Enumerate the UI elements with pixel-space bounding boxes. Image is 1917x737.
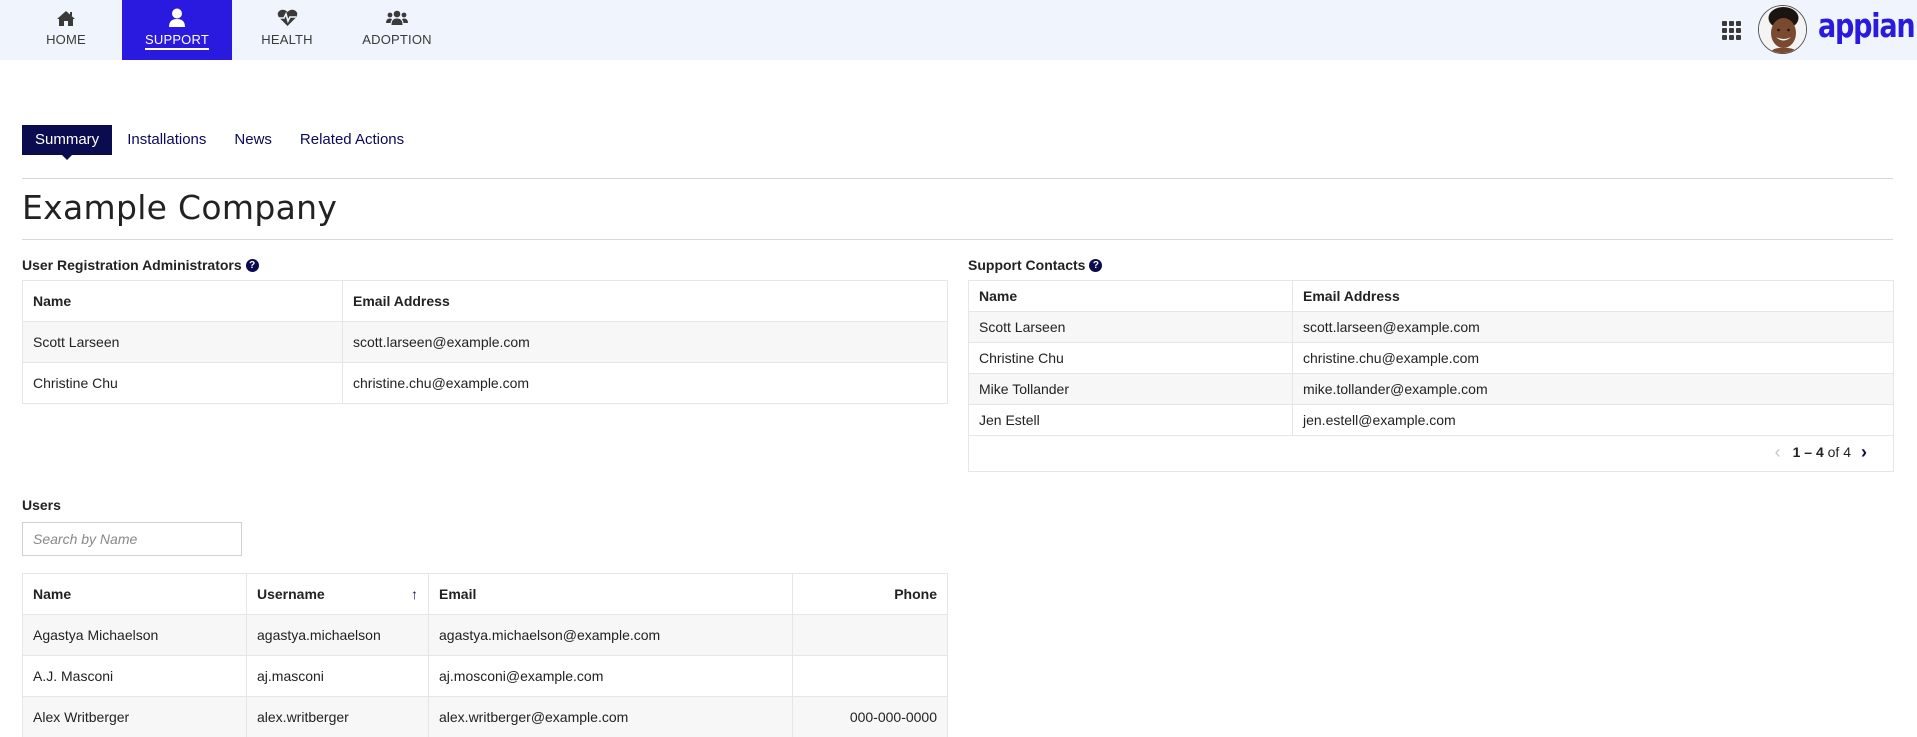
cell-email: jen.estell@example.com [1292, 404, 1894, 436]
tab-related-actions[interactable]: Related Actions [287, 125, 417, 155]
column-header-email: Email Address [342, 280, 948, 322]
column-header-email[interactable]: Email [428, 573, 793, 615]
support-contacts-table: Name Email Address Scott Larseen scott.l… [968, 280, 1894, 436]
tab-news[interactable]: News [221, 125, 285, 155]
admins-label-text: User Registration Administrators [22, 257, 242, 273]
cell-name: A.J. Masconi [22, 655, 247, 697]
table-row: Jen Estell jen.estell@example.com [968, 404, 1894, 436]
help-icon[interactable]: ? [1089, 258, 1103, 272]
nav-item-adoption[interactable]: ADOPTION [352, 0, 442, 60]
table-row: Mike Tollander mike.tollander@example.co… [968, 373, 1894, 405]
cell-username: alex.writberger [246, 696, 429, 737]
page-range: 1 – 4 [1792, 444, 1824, 460]
cell-name: Christine Chu [968, 342, 1293, 374]
nav-item-home[interactable]: HOME [26, 0, 106, 60]
cell-email: christine.chu@example.com [1292, 342, 1894, 374]
cell-phone [792, 655, 948, 697]
nav-item-support[interactable]: SUPPORT [122, 0, 232, 60]
table-row: A.J. Masconi aj.masconi aj.mosconi@examp… [22, 655, 948, 697]
cell-name: Jen Estell [968, 404, 1293, 436]
column-header-label: Phone [894, 586, 937, 602]
table-row: Agastya Michaelson agastya.michaelson ag… [22, 614, 948, 656]
table-header-row: Name Email Address [968, 280, 1894, 312]
column-header-label: Email [439, 586, 477, 602]
cell-phone [792, 614, 948, 656]
cell-username: aj.masconi [246, 655, 429, 697]
contacts-section-label: Support Contacts ? [968, 257, 1103, 273]
column-header-name: Name [968, 280, 1293, 312]
admins-section-label: User Registration Administrators ? [22, 257, 259, 273]
help-icon[interactable]: ? [245, 258, 259, 272]
column-header-name: Name [22, 280, 343, 322]
table-row: Scott Larseen scott.larseen@example.com [968, 311, 1894, 343]
nav-label: HOME [46, 32, 86, 47]
nav-label: HEALTH [261, 32, 313, 47]
cell-name: Alex Writberger [22, 696, 247, 737]
cell-email: alex.writberger@example.com [428, 696, 793, 737]
next-page-icon[interactable]: › [1861, 442, 1867, 463]
column-header-label: Username [257, 586, 325, 602]
top-nav-bar: HOME SUPPORT HEALTH ADOPTION appian [0, 0, 1917, 60]
column-header-name[interactable]: Name [22, 573, 247, 615]
table-row: Scott Larseen scott.larseen@example.com [22, 321, 948, 363]
contacts-pagination: ‹ 1 – 4 of 4 › [968, 433, 1894, 472]
table-row: Alex Writberger alex.writberger alex.wri… [22, 696, 948, 737]
cell-name: Agastya Michaelson [22, 614, 247, 656]
users-label-text: Users [22, 497, 61, 513]
page-total: of 4 [1827, 444, 1851, 460]
user-icon [166, 8, 188, 27]
tab-summary[interactable]: Summary [22, 125, 113, 160]
table-header-row: Name Email Address [22, 280, 948, 322]
admins-table: Name Email Address Scott Larseen scott.l… [22, 280, 948, 404]
cell-email: christine.chu@example.com [342, 362, 948, 404]
tabs-divider [22, 178, 1893, 179]
user-avatar[interactable] [1758, 5, 1807, 54]
table-row: Christine Chu christine.chu@example.com [968, 342, 1894, 374]
search-by-name-input[interactable] [22, 522, 242, 556]
home-icon [55, 9, 77, 27]
avatar-image [1759, 6, 1806, 53]
heartbeat-icon [276, 9, 298, 27]
cell-username: agastya.michaelson [246, 614, 429, 656]
cell-name: Scott Larseen [968, 311, 1293, 343]
contacts-label-text: Support Contacts [968, 257, 1086, 273]
appian-logo: appian [1818, 6, 1916, 45]
column-header-username[interactable]: Username ↑ [246, 573, 429, 615]
cell-name: Mike Tollander [968, 373, 1293, 405]
column-header-email: Email Address [1292, 280, 1894, 312]
page-title: Example Company [22, 188, 338, 227]
cell-email: scott.larseen@example.com [342, 321, 948, 363]
cell-name: Christine Chu [22, 362, 343, 404]
cell-email: mike.tollander@example.com [1292, 373, 1894, 405]
nav-label: SUPPORT [144, 32, 209, 50]
nav-item-health[interactable]: HEALTH [247, 0, 327, 60]
users-section-label: Users [22, 497, 61, 513]
column-header-label: Name [33, 586, 72, 602]
previous-page-icon[interactable]: ‹ [1775, 442, 1781, 463]
cell-email: aj.mosconi@example.com [428, 655, 793, 697]
record-tabs: Summary Installations News Related Actio… [22, 125, 419, 160]
title-divider [22, 239, 1893, 240]
users-icon [386, 9, 408, 27]
column-header-phone[interactable]: Phone [792, 573, 948, 615]
table-header-row: Name Username ↑ Email Phone [22, 573, 948, 615]
app-launcher-icon[interactable] [1722, 21, 1743, 40]
cell-name: Scott Larseen [22, 321, 343, 363]
cell-email: agastya.michaelson@example.com [428, 614, 793, 656]
table-row: Christine Chu christine.chu@example.com [22, 362, 948, 404]
sort-ascending-icon[interactable]: ↑ [411, 586, 418, 602]
tab-installations[interactable]: Installations [114, 125, 219, 155]
cell-phone: 000-000-0000 [792, 696, 948, 737]
cell-email: scott.larseen@example.com [1292, 311, 1894, 343]
users-table: Name Username ↑ Email Phone Agastya Micha… [22, 573, 948, 737]
nav-label: ADOPTION [362, 32, 432, 47]
